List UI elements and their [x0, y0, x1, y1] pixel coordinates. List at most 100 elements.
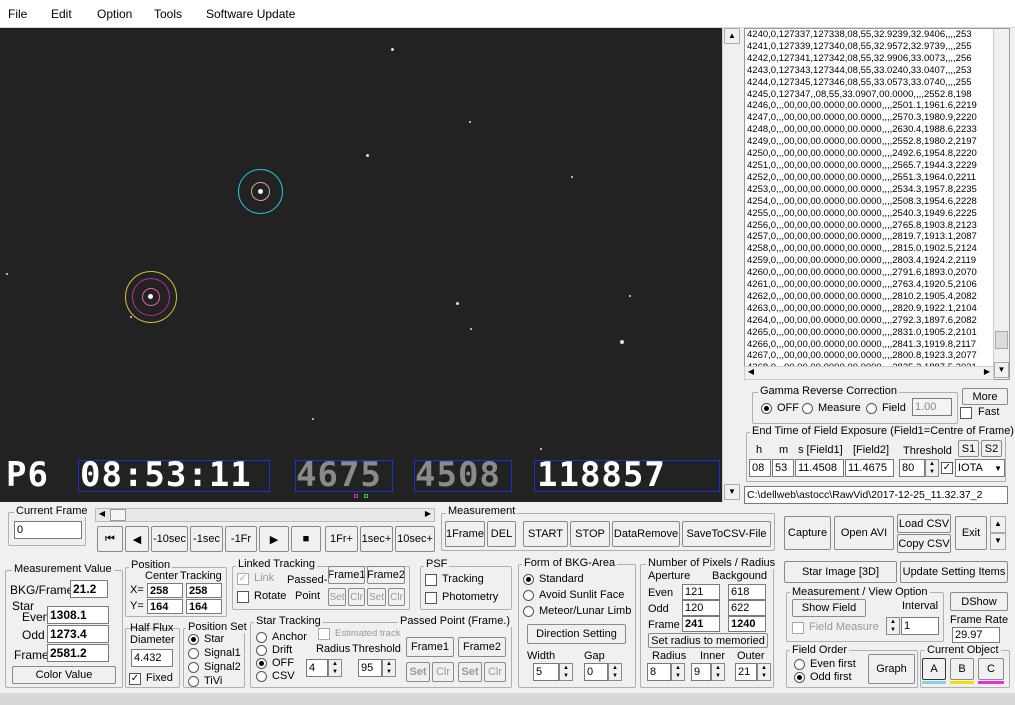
hscroll-right-icon[interactable]: ▶	[981, 367, 993, 376]
st-radius-input[interactable]: 4	[306, 659, 328, 677]
measurement-log[interactable]: 4240,0,127337,127338,08,55,32.9239,32.94…	[744, 28, 1010, 380]
hscroll-left-icon[interactable]: ◀	[745, 367, 757, 376]
threshold-spinner[interactable]: ▲ ▼	[925, 459, 939, 477]
pp-clr1-button[interactable]: Clr	[432, 662, 454, 682]
direction-setting-button[interactable]: Direction Setting	[527, 624, 626, 644]
slider-right-icon[interactable]: ▶	[422, 509, 434, 521]
pp-clr2-button[interactable]: Clr	[484, 662, 506, 682]
anchor-radio[interactable]	[256, 632, 267, 643]
link-checkbox[interactable]: ✓	[237, 573, 249, 585]
interval-spinner[interactable]: ▲ ▼	[886, 617, 900, 635]
plus-10sec-button[interactable]: 10sec+	[395, 526, 435, 552]
diameter-input[interactable]: 4.432	[131, 649, 173, 667]
tracking-off-radio[interactable]	[256, 658, 267, 669]
log-scrollbar[interactable]: ▼	[993, 29, 1009, 379]
linked-set1-button[interactable]: Set	[328, 588, 346, 606]
radius-spinner[interactable]: ▲ ▼	[671, 663, 685, 681]
gap-spinner[interactable]: ▲ ▼	[608, 663, 622, 681]
interval-input[interactable]: 1	[901, 617, 939, 635]
fast-checkbox[interactable]	[960, 407, 972, 419]
capture-button[interactable]: Capture	[784, 516, 831, 550]
endtime-m-input[interactable]: 53	[772, 459, 794, 477]
posset-star-radio[interactable]	[188, 634, 199, 645]
minus-10sec-button[interactable]: -10sec	[151, 526, 188, 552]
start-button[interactable]: START	[523, 521, 568, 547]
show-field-button[interactable]: Show Field	[792, 599, 866, 617]
s1-button[interactable]: S1	[958, 440, 979, 457]
st-threshold-input[interactable]: 95	[358, 659, 382, 677]
slider-thumb[interactable]	[110, 509, 126, 521]
pp-frame1-button[interactable]: Frame1	[406, 637, 454, 657]
width-spinner[interactable]: ▲ ▼	[559, 663, 573, 681]
st-radius-spinner[interactable]: ▲ ▼	[328, 659, 342, 677]
gap-input[interactable]: 0	[584, 663, 608, 681]
plus-1sec-button[interactable]: 1sec+	[360, 526, 393, 552]
data-remove-button[interactable]: DataRemove	[612, 521, 680, 547]
copy-csv-button[interactable]: Copy CSV	[897, 534, 951, 553]
estimated-track-checkbox[interactable]	[318, 628, 330, 640]
even-first-radio[interactable]	[794, 659, 805, 670]
object-b-button[interactable]: B	[950, 658, 974, 680]
pp-set1-button[interactable]: Set	[406, 662, 430, 682]
log-scroll-thumb[interactable]	[995, 331, 1008, 349]
video-frame[interactable]: P6 08:53:11 4675 4508 118857	[0, 28, 722, 502]
psf-tracking-checkbox[interactable]	[425, 574, 437, 586]
object-c-button[interactable]: C	[978, 658, 1004, 680]
linked-frame2-button[interactable]: Frame2	[367, 566, 405, 584]
gamma-value-input[interactable]: 1.00	[912, 398, 952, 416]
iota-checkbox[interactable]: ✓	[941, 462, 953, 474]
pp-set2-button[interactable]: Set	[458, 662, 482, 682]
width-input[interactable]: 5	[533, 663, 559, 681]
video-scrollbar[interactable]: ▲ ▼	[722, 28, 742, 502]
inner-spinner[interactable]: ▲ ▼	[711, 663, 725, 681]
pp-frame2-button[interactable]: Frame2	[458, 637, 506, 657]
menu-tools[interactable]: Tools	[154, 7, 182, 21]
odd-first-radio[interactable]	[794, 672, 805, 683]
star-image-3d-button[interactable]: Star Image [3D]	[784, 561, 897, 583]
object-a-button[interactable]: A	[922, 658, 946, 680]
outer-input[interactable]: 21	[735, 663, 757, 681]
open-avi-button[interactable]: Open AVI	[834, 516, 894, 550]
one-frame-button[interactable]: 1Frame	[445, 521, 485, 547]
more-button[interactable]: More	[962, 388, 1008, 405]
stop-button[interactable]: ■	[291, 526, 321, 552]
frame-rate-input[interactable]: 29.97	[952, 627, 1000, 643]
gamma-measure-radio[interactable]	[802, 403, 813, 414]
first-frame-button[interactable]: ⏮	[97, 526, 123, 552]
play-button[interactable]: ▶	[259, 526, 289, 552]
del-button[interactable]: DEL	[487, 521, 516, 547]
endtime-h-input[interactable]: 08	[749, 459, 771, 477]
save-csv-button[interactable]: SaveToCSV-File	[682, 521, 771, 547]
graph-button[interactable]: Graph	[868, 654, 915, 684]
linked-clr2-button[interactable]: Clr	[388, 588, 405, 606]
psf-photometry-checkbox[interactable]	[425, 592, 437, 604]
scroll-down-icon[interactable]: ▼	[724, 484, 740, 500]
bkg-meteor-radio[interactable]	[523, 606, 534, 617]
slider-left-icon[interactable]: ◀	[96, 509, 108, 521]
posset-signal2-radio[interactable]	[188, 662, 199, 673]
field-measure-checkbox[interactable]	[792, 622, 804, 634]
color-value-button[interactable]: Color Value	[12, 666, 116, 684]
right-spin-down-icon[interactable]: ▼	[990, 533, 1006, 550]
menu-option[interactable]: Option	[97, 7, 132, 21]
dshow-button[interactable]: DShow	[950, 592, 1008, 611]
gamma-off-radio[interactable]	[761, 403, 772, 414]
inner-input[interactable]: 9	[691, 663, 711, 681]
current-frame-input[interactable]: 0	[14, 521, 82, 539]
iota-select[interactable]: IOTA ▼	[955, 459, 1005, 477]
drift-radio[interactable]	[256, 645, 267, 656]
minus-1fr-button[interactable]: -1Fr	[225, 526, 257, 552]
scroll-up-icon[interactable]: ▲	[724, 28, 740, 44]
posset-tivi-radio[interactable]	[188, 676, 199, 687]
linked-set2-button[interactable]: Set	[367, 588, 386, 606]
st-threshold-spinner[interactable]: ▲ ▼	[382, 659, 396, 677]
menu-file[interactable]: File	[8, 7, 27, 21]
posset-signal1-radio[interactable]	[188, 648, 199, 659]
s2-button[interactable]: S2	[981, 440, 1002, 457]
gamma-field-radio[interactable]	[866, 403, 877, 414]
linked-frame1-button[interactable]: Frame1	[328, 566, 365, 584]
minus-1sec-button[interactable]: -1sec	[190, 526, 223, 552]
log-scroll-down-icon[interactable]: ▼	[994, 362, 1009, 378]
menu-software-update[interactable]: Software Update	[206, 7, 295, 21]
update-setting-items-button[interactable]: Update Setting Items	[900, 561, 1008, 583]
